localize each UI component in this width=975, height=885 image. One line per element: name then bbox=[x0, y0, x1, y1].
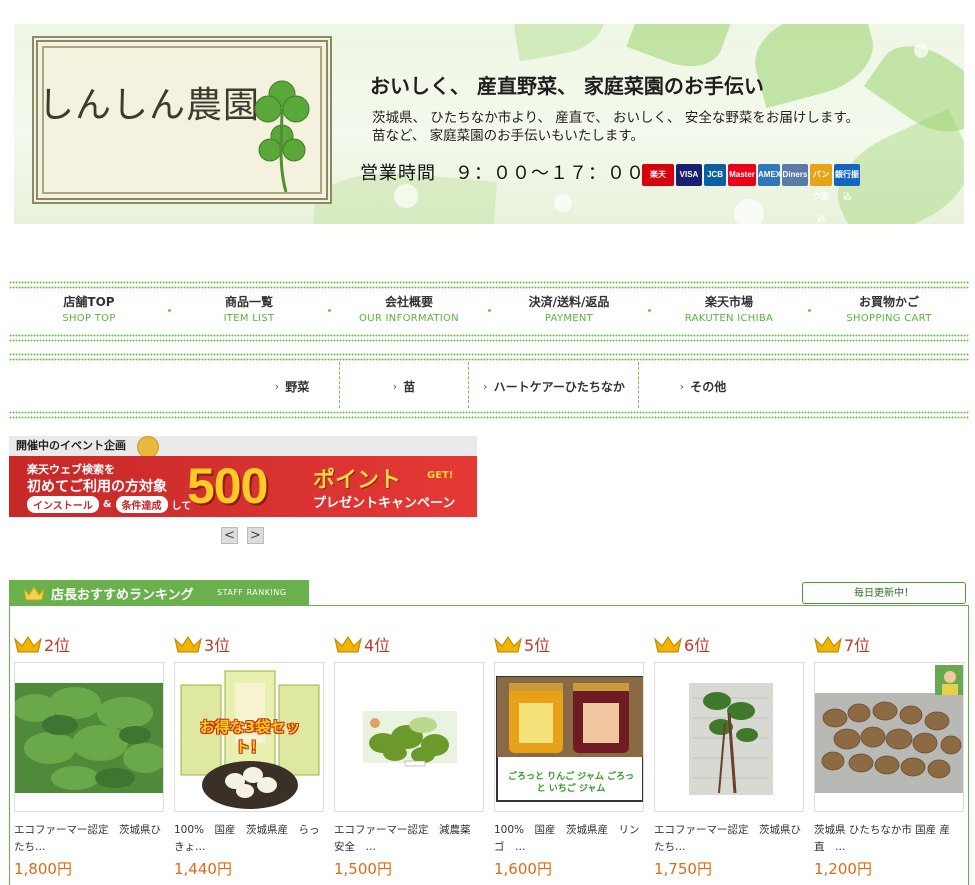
product-price: 1,800円 bbox=[14, 860, 72, 878]
payment-badge: Master bbox=[728, 164, 756, 186]
ranking-item[interactable]: 4位 エコファーマー認定 減農薬 安全 … 1,500円 bbox=[334, 632, 488, 879]
crown-icon bbox=[334, 636, 362, 653]
product-price: 1,600円 bbox=[494, 860, 552, 878]
header-banner: しんしん農園 おいしく、 産直野菜、 家庭菜園のお手伝い 茨城県、 ひたちなか市… bbox=[14, 24, 964, 224]
business-hours: 営業時間 ９：００～１７：００ bbox=[360, 163, 645, 184]
product-name[interactable]: 100% 国産 茨城県産 らっきょ… bbox=[174, 822, 324, 856]
product-price: 1,500円 bbox=[334, 860, 392, 878]
product-image[interactable] bbox=[814, 662, 964, 812]
rank-label: 7位 bbox=[844, 636, 871, 655]
product-name[interactable]: エコファーマー認定 減農薬 安全 … bbox=[334, 822, 484, 856]
slider-prev-button[interactable]: < bbox=[221, 527, 238, 544]
event-line-3: インストール & 条件達成 して bbox=[27, 496, 191, 513]
rank-label: 4位 bbox=[364, 636, 391, 655]
slider-next-button[interactable]: > bbox=[247, 527, 264, 544]
payment-badge: AMEX bbox=[758, 164, 781, 186]
product-image[interactable]: ごろっと りんご ジャム ごろっと いちご ジャム bbox=[494, 662, 644, 812]
crown-icon bbox=[814, 636, 842, 653]
nav-item-list[interactable]: 商品一覧 ITEM LIST bbox=[169, 291, 331, 335]
product-image[interactable]: お得な3袋セット！ bbox=[174, 662, 324, 812]
crown-icon bbox=[654, 636, 682, 653]
product-name[interactable]: エコファーマー認定 茨城県ひたち… bbox=[654, 822, 804, 856]
crown-icon bbox=[14, 636, 42, 653]
nav-rakuten-ichiba[interactable]: 楽天市場 RAKUTEN ICHIBA bbox=[649, 291, 811, 335]
nav-divider-bottom-2 bbox=[9, 339, 969, 345]
product-overlay-text: お得な3袋セット！ bbox=[199, 718, 301, 756]
payment-methods: 楽天 VISA JCB Master AMEX Diners バンク振込 銀行振込 bbox=[642, 164, 860, 223]
shop-logo[interactable]: しんしん農園 bbox=[38, 76, 260, 128]
event-get-label: GET! bbox=[427, 470, 454, 481]
nav-payment[interactable]: 決済/送料/返品 PAYMENT bbox=[489, 291, 651, 335]
ranking-item[interactable]: 6位 エコファーマー認定 茨城県ひたち… 1,750円 bbox=[654, 632, 808, 879]
install-pill: インストール bbox=[27, 496, 99, 513]
ranking-item[interactable]: 2位 エコファーマー認定 茨城県ひたち… 1,800円 bbox=[14, 632, 168, 879]
nav-our-information[interactable]: 会社概要 OUR INFORMATION bbox=[329, 291, 491, 335]
chevron-right-icon: › bbox=[274, 379, 280, 393]
category-heart-care[interactable]: › ハートケアーひたちなか bbox=[470, 362, 638, 410]
ranking-item[interactable]: 3位 お得な3袋セット！ 100% 国産 茨城県産 らっきょ… 1,440円 bbox=[174, 632, 328, 879]
clover-icon bbox=[254, 80, 310, 193]
rank-label: 6位 bbox=[684, 636, 711, 655]
product-image[interactable] bbox=[654, 662, 804, 812]
product-overlay-text: ごろっと りんご ジャム ごろっと いちご ジャム bbox=[508, 772, 634, 794]
event-campaign-label: プレゼントキャンペーン bbox=[313, 496, 456, 511]
shop-description-2: 苗など、 家庭菜園のお手伝いもいたします。 bbox=[372, 128, 644, 144]
payment-badge: バンク振込 bbox=[810, 164, 832, 223]
crown-icon bbox=[174, 636, 202, 653]
product-image[interactable] bbox=[14, 662, 164, 812]
crown-icon bbox=[494, 636, 522, 653]
condition-pill: 条件達成 bbox=[115, 496, 168, 513]
rank-label: 2位 bbox=[44, 636, 71, 655]
payment-badge: JCB bbox=[704, 164, 726, 186]
payment-badge: VISA bbox=[676, 164, 702, 186]
shop-description-1: 茨城県、 ひたちなか市より、 産直で、 おいしく、 安全な野菜をお届けします。 bbox=[372, 110, 859, 126]
payment-badge: 銀行振込 bbox=[834, 164, 860, 201]
event-line-2: 初めてご利用の方対象 bbox=[27, 479, 167, 495]
daily-update-button[interactable]: 毎日更新中！ bbox=[802, 582, 966, 604]
product-image[interactable] bbox=[334, 662, 484, 812]
product-name[interactable]: 茨城県 ひたちなか市 国産 産直 … bbox=[814, 822, 964, 856]
ranking-item[interactable]: 5位 ごろっと りんご ジャム ごろっと いちご ジャム 100% 国産 茨城県… bbox=[494, 632, 648, 879]
coin-icon bbox=[137, 436, 159, 458]
product-price: 1,200円 bbox=[814, 860, 872, 878]
category-vegetables[interactable]: › 野菜 bbox=[245, 362, 339, 410]
category-nav: › 野菜 › 苗 › ハートケアーひたちなか › その他 bbox=[9, 362, 969, 410]
ranking-title: 店長おすすめランキング bbox=[51, 588, 194, 603]
chevron-right-icon: › bbox=[392, 379, 398, 393]
chevron-right-icon: › bbox=[483, 379, 488, 393]
category-other[interactable]: › その他 bbox=[640, 362, 766, 410]
nav-shopping-cart[interactable]: お買物かご SHOPPING CART bbox=[809, 291, 969, 335]
chevron-right-icon: › bbox=[679, 379, 685, 393]
rank-label: 5位 bbox=[524, 636, 551, 655]
ranking-header: 店長おすすめランキング STAFF RANKING bbox=[9, 580, 309, 606]
category-divider-bottom-2 bbox=[9, 416, 969, 422]
nav-shop-top[interactable]: 店舗TOP SHOP TOP bbox=[9, 291, 171, 335]
main-nav: 店舗TOP SHOP TOP 商品一覧 ITEM LIST 会社概要 OUR INFO… bbox=[9, 291, 969, 335]
event-banner[interactable]: 楽天ウェブ検索を 初めてご利用の方対象 インストール & 条件達成 して 500… bbox=[9, 456, 477, 517]
event-big-number: 500 bbox=[187, 458, 268, 514]
tagline: おいしく、 産直野菜、 家庭菜園のお手伝い bbox=[370, 74, 764, 98]
event-section-title: 開催中のイベント企画 bbox=[9, 436, 477, 456]
category-seedlings[interactable]: › 苗 bbox=[341, 362, 467, 410]
event-line-1: 楽天ウェブ検索を bbox=[27, 463, 115, 476]
product-price: 1,440円 bbox=[174, 860, 232, 878]
amp-text: & bbox=[102, 499, 112, 510]
payment-badge: 楽天 bbox=[642, 164, 674, 186]
product-price: 1,750円 bbox=[654, 860, 712, 878]
ranking-subtitle: STAFF RANKING bbox=[217, 588, 287, 597]
product-name[interactable]: エコファーマー認定 茨城県ひたち… bbox=[14, 822, 164, 856]
ranking-item[interactable]: 7位 茨城県 ひたちなか市 国産 産直 … 1,200円 bbox=[814, 632, 968, 879]
rank-label: 3位 bbox=[204, 636, 231, 655]
crown-icon bbox=[23, 586, 45, 601]
product-name[interactable]: 100% 国産 茨城県産 リンゴ … bbox=[494, 822, 644, 856]
payment-badge: Diners bbox=[782, 164, 808, 186]
event-point-label: ポイント bbox=[313, 468, 402, 493]
